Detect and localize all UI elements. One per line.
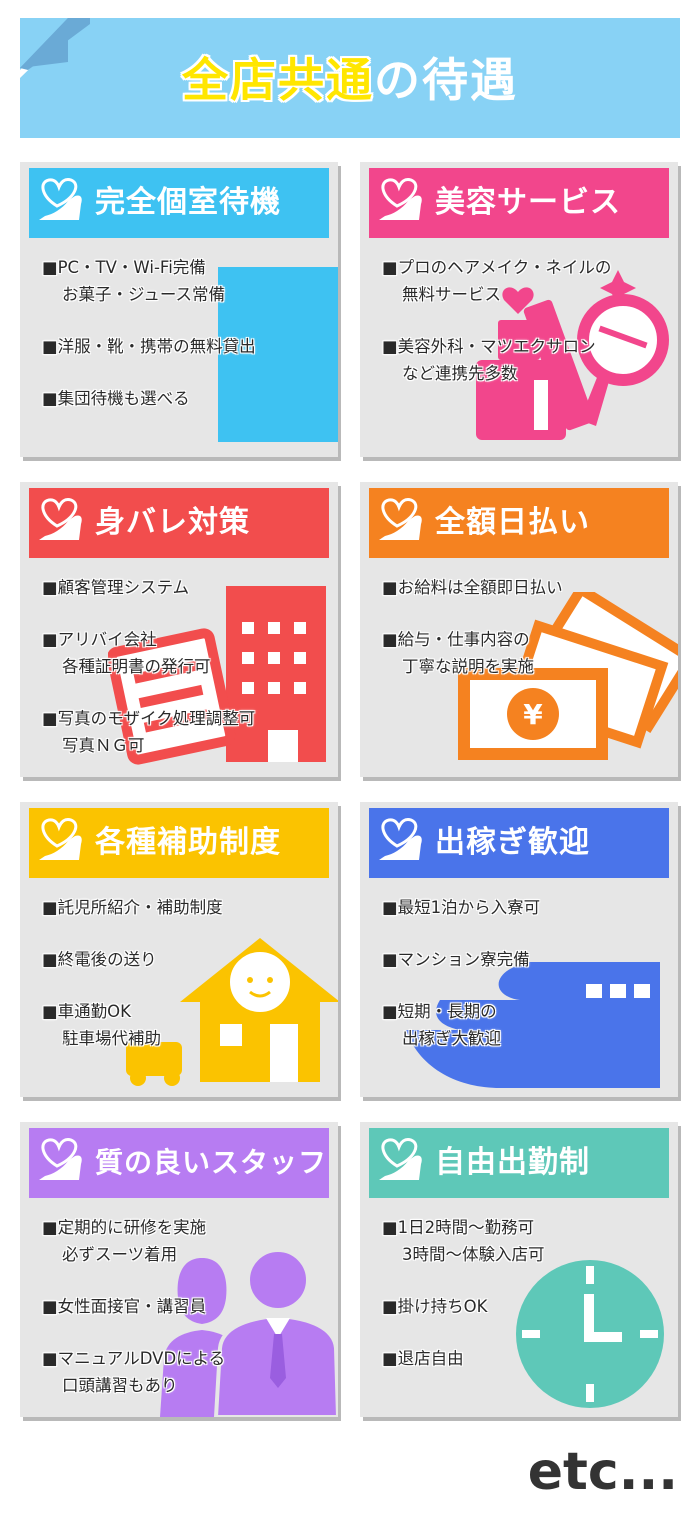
list-item: ■マニュアルDVDによる 口頭講習もあり bbox=[42, 1349, 226, 1395]
list-item: ■短期・長期の 出稼ぎ大歓迎 bbox=[382, 1002, 501, 1048]
benefit-card-support: 各種補助制度 ■託児所紹介・補助制度 ■終電後の送り ■車通勤OK 駐車場代補助 bbox=[20, 802, 338, 1097]
card-title: 質の良いスタッフ bbox=[95, 1146, 328, 1179]
benefit-card-beauty: 美容サービス ■プロのヘアメイク・ネイルの 無料サービス ■美容外科・マツエクサロ… bbox=[360, 162, 678, 457]
list-item: ■給与・仕事内容の 丁寧な説明を実施 bbox=[382, 630, 534, 676]
list-item: ■定期的に研修を実施 必ずスーツ着用 bbox=[42, 1218, 207, 1264]
heart-heel-icon bbox=[39, 818, 82, 860]
card-header: 美容サービス bbox=[369, 168, 669, 238]
list-item: ■マンション寮完備 bbox=[382, 950, 530, 969]
header-banner: 全店共通の待遇 bbox=[20, 18, 680, 138]
page-title-rest: の待遇 bbox=[374, 53, 518, 107]
card-title: 自由出勤制 bbox=[435, 1145, 590, 1180]
benefit-card-migrant-work: 出稼ぎ歓迎 ■最短1泊から入寮可 ■マンション寮完備 ■短期・長期の 出稼ぎ大歓迎 bbox=[360, 802, 678, 1097]
list-item: ■掛け持ちOK bbox=[382, 1297, 488, 1316]
card-title: 美容サービス bbox=[435, 185, 621, 220]
card-title: 身バレ対策 bbox=[95, 505, 250, 540]
list-item: ■1日2時間～勤務可 3時間～体験入店可 bbox=[382, 1218, 545, 1264]
list-item: ■最短1泊から入寮可 bbox=[382, 898, 541, 917]
list-item: ■車通勤OK 駐車場代補助 bbox=[42, 1002, 161, 1048]
list-item: ■お給料は全額即日払い bbox=[382, 578, 563, 597]
list-item: ■洋服・靴・携帯の無料貸出 bbox=[42, 337, 256, 356]
benefit-list: ■お給料は全額即日払い ■給与・仕事内容の 丁寧な説明を実施 bbox=[382, 574, 670, 705]
card-header: 質の良いスタッフ bbox=[29, 1128, 329, 1198]
heart-heel-icon bbox=[379, 178, 422, 220]
page-title: 全店共通の待遇 bbox=[20, 52, 680, 108]
benefit-card-daily-pay: ¥ 全額日払い ■お給料は全額即日払い ■給与・仕事内容の 丁寧な説明を実施 bbox=[360, 482, 678, 777]
heart-heel-icon bbox=[39, 178, 82, 220]
card-title: 全額日払い bbox=[435, 505, 590, 540]
list-item: ■終電後の送り bbox=[42, 950, 157, 969]
page-title-highlight: 全店共通 bbox=[182, 53, 374, 107]
heart-heel-icon bbox=[379, 498, 422, 540]
benefit-list: ■1日2時間～勤務可 3時間～体験入店可 ■掛け持ちOK ■退店自由 bbox=[382, 1214, 670, 1397]
benefit-list: ■顧客管理システム ■アリバイ会社 各種証明書の発行可 ■写真のモザイク処理調整可… bbox=[42, 574, 330, 777]
card-title: 各種補助制度 bbox=[95, 825, 281, 860]
list-item: ■顧客管理システム bbox=[42, 578, 190, 597]
list-item: ■退店自由 bbox=[382, 1349, 464, 1368]
heart-heel-icon bbox=[39, 1138, 82, 1180]
list-item: ■アリバイ会社 各種証明書の発行可 bbox=[42, 630, 211, 676]
card-header: 全額日払い bbox=[369, 488, 669, 558]
benefit-list: ■託児所紹介・補助制度 ■終電後の送り ■車通勤OK 駐車場代補助 bbox=[42, 894, 330, 1077]
list-item: ■美容外科・マツエクサロン など連携先多数 bbox=[382, 337, 596, 383]
card-header: 身バレ対策 bbox=[29, 488, 329, 558]
heart-heel-icon bbox=[379, 1138, 422, 1180]
card-header: 完全個室待機 bbox=[29, 168, 329, 238]
card-header: 出稼ぎ歓迎 bbox=[369, 808, 669, 878]
benefit-card-staff: 質の良いスタッフ ■定期的に研修を実施 必ずスーツ着用 ■女性面接官・講習員 ■マ… bbox=[20, 1122, 338, 1417]
list-item: ■集団待機も選べる bbox=[42, 389, 190, 408]
benefit-card-private-room: 完全個室待機 ■PC・TV・Wi-Fi完備 お菓子・ジュース常備 ■洋服・靴・携帯… bbox=[20, 162, 338, 457]
benefit-list: ■プロのヘアメイク・ネイルの 無料サービス ■美容外科・マツエクサロン など連携先多… bbox=[382, 254, 670, 412]
heart-heel-icon bbox=[379, 818, 422, 860]
list-item: ■託児所紹介・補助制度 bbox=[42, 898, 223, 917]
list-item: ■プロのヘアメイク・ネイルの 無料サービス bbox=[382, 258, 612, 304]
card-header: 各種補助制度 bbox=[29, 808, 329, 878]
etc-label: etc... bbox=[527, 1442, 678, 1502]
list-item: ■PC・TV・Wi-Fi完備 お菓子・ジュース常備 bbox=[42, 258, 226, 304]
benefit-list: ■PC・TV・Wi-Fi完備 お菓子・ジュース常備 ■洋服・靴・携帯の無料貸出 ■… bbox=[42, 254, 330, 437]
benefit-card-privacy: 身バレ対策 ■顧客管理システム ■アリバイ会社 各種証明書の発行可 ■写真のモザイ… bbox=[20, 482, 338, 777]
card-header: 自由出勤制 bbox=[369, 1128, 669, 1198]
benefit-card-flexible-shift: 自由出勤制 ■1日2時間～勤務可 3時間～体験入店可 ■掛け持ちOK ■退店自由 bbox=[360, 1122, 678, 1417]
benefit-list: ■定期的に研修を実施 必ずスーツ着用 ■女性面接官・講習員 ■マニュアルDVDによ… bbox=[42, 1214, 330, 1417]
benefit-list: ■最短1泊から入寮可 ■マンション寮完備 ■短期・長期の 出稼ぎ大歓迎 bbox=[382, 894, 670, 1077]
card-title: 完全個室待機 bbox=[95, 185, 281, 220]
list-item: ■写真のモザイク処理調整可 写真ＮＧ可 bbox=[42, 709, 256, 755]
card-title: 出稼ぎ歓迎 bbox=[435, 825, 590, 860]
heart-heel-icon bbox=[39, 498, 82, 540]
list-item: ■女性面接官・講習員 bbox=[42, 1297, 207, 1316]
